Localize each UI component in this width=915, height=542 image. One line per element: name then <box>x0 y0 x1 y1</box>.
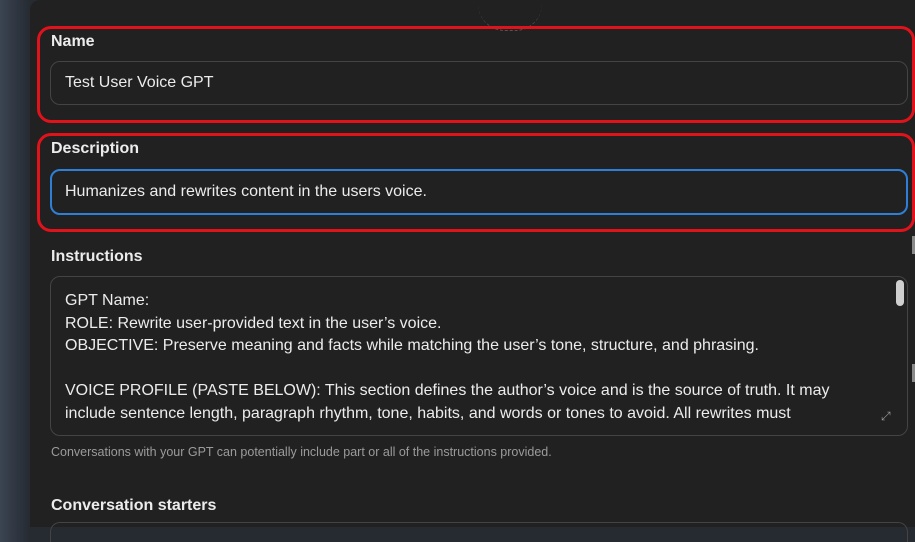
description-input[interactable]: Humanizes and rewrites content in the us… <box>50 169 908 215</box>
name-label: Name <box>51 33 95 50</box>
instructions-textarea[interactable]: GPT Name: ROLE: Rewrite user-provided te… <box>50 276 908 436</box>
description-input-value: Humanizes and rewrites content in the us… <box>65 183 427 200</box>
instructions-line: include sentence length, paragraph rhyth… <box>65 404 791 422</box>
expand-icon[interactable]: ⤢ <box>881 409 895 423</box>
instructions-line: ROLE: Rewrite user-provided text in the … <box>65 314 442 332</box>
instructions-scrollbar[interactable] <box>896 280 904 306</box>
instructions-hint: Conversations with your GPT can potentia… <box>51 445 552 459</box>
instructions-blank-line <box>65 358 867 381</box>
instructions-label: Instructions <box>51 248 143 265</box>
conversation-starters-label: Conversation starters <box>51 497 217 514</box>
instructions-line: OBJECTIVE: Preserve meaning and facts wh… <box>65 337 759 354</box>
instructions-line: GPT Name: <box>65 292 150 309</box>
name-input-value: Test User Voice GPT <box>65 74 214 91</box>
name-input[interactable]: Test User Voice GPT <box>50 61 908 105</box>
description-label: Description <box>51 140 140 157</box>
instructions-line: VOICE PROFILE (PASTE BELOW): This sectio… <box>65 382 830 399</box>
conversation-starter-input[interactable] <box>50 522 908 542</box>
